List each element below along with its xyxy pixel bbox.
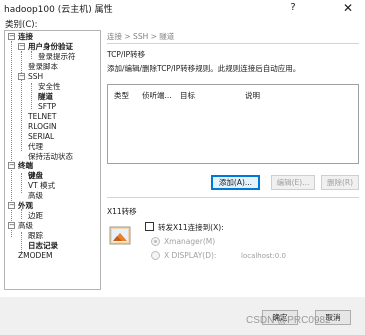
watermark: CSDN @PRC0982 (246, 315, 331, 326)
forward-x11-checkbox[interactable] (145, 222, 154, 231)
x11-section-title: X11转移 (107, 207, 137, 216)
category-tree[interactable]: − − − − − − 连接 用户身份验证 登录提示符 登录脚本 SSH 安全性… (4, 30, 101, 290)
xdisplay-input[interactable]: localhost:0.0 (239, 251, 314, 262)
xdisplay-radio[interactable] (151, 251, 160, 260)
tree-guide-line (21, 173, 22, 193)
tree-item-security[interactable]: 安全性 (38, 82, 61, 92)
tree-item-login-prompt[interactable]: 登录提示符 (38, 52, 76, 62)
tree-item-advanced-terminal[interactable]: 高级 (28, 191, 43, 201)
collapse-toggle-icon[interactable]: − (8, 222, 15, 229)
column-header-target[interactable]: 目标 (180, 90, 195, 101)
tree-item-appearance[interactable]: 外观 (18, 201, 33, 211)
collapse-toggle-icon[interactable]: − (8, 162, 15, 169)
tree-item-connection[interactable]: 连接 (18, 32, 33, 42)
tree-item-serial[interactable]: SERIAL (28, 132, 54, 142)
tree-item-margin[interactable]: 边距 (28, 211, 43, 221)
xmanager-radio[interactable] (151, 237, 160, 246)
tree-item-zmodem[interactable]: ZMODEM (18, 251, 53, 261)
collapse-toggle-icon[interactable]: − (8, 33, 15, 40)
divider (107, 197, 359, 198)
delete-button[interactable]: 删除(R) (321, 175, 359, 190)
edit-button[interactable]: 编辑(E)... (271, 175, 315, 190)
tree-guide-line (31, 83, 32, 109)
tree-item-vt-mode[interactable]: VT 模式 (28, 181, 55, 191)
tree-item-logging[interactable]: 日志记录 (28, 241, 58, 251)
tree-item-terminal[interactable]: 终端 (18, 161, 33, 171)
tree-item-ssh[interactable]: SSH (28, 72, 43, 82)
window-title: hadoop100 (云主机) 属性 (4, 5, 113, 15)
tree-guide-line (21, 51, 22, 151)
title-bar: hadoop100 (云主机) 属性 ? ✕ (0, 0, 365, 16)
tree-item-login-script[interactable]: 登录脚本 (28, 62, 58, 72)
add-button[interactable]: 添加(A)... (211, 175, 260, 190)
tree-item-telnet[interactable]: TELNET (28, 112, 56, 122)
tree-item-user-auth[interactable]: 用户身份验证 (28, 42, 73, 52)
tree-item-sftp[interactable]: SFTP (38, 102, 56, 112)
x11-display-icon (109, 226, 131, 245)
tcpip-description: 添加/编辑/删除TCP/IP转移规则。此规则连接后自动应用。 (107, 64, 301, 73)
xdisplay-label[interactable]: X DISPLAY(D): (164, 251, 216, 260)
close-button[interactable]: ✕ (341, 1, 355, 15)
tree-item-keyboard[interactable]: 键盘 (28, 171, 43, 181)
tree-item-keepalive[interactable]: 保持活动状态 (28, 152, 73, 162)
xmanager-label[interactable]: Xmanager(M) (164, 237, 215, 246)
tree-item-proxy[interactable]: 代理 (28, 142, 43, 152)
tree-guide-line (21, 232, 22, 252)
tree-item-rlogin[interactable]: RLOGIN (28, 122, 57, 132)
tree-item-trace[interactable]: 跟踪 (28, 231, 43, 241)
column-header-type[interactable]: 类型 (114, 90, 129, 101)
tree-guide-line (31, 51, 32, 59)
collapse-toggle-icon[interactable]: − (18, 43, 25, 50)
forwarding-rules-list[interactable]: 类型 侦听端... 目标 说明 (107, 84, 359, 164)
help-button[interactable]: ? (287, 2, 299, 13)
tree-item-advanced[interactable]: 高级 (18, 221, 33, 231)
breadcrumb: 连接 > SSH > 隧道 (107, 32, 175, 41)
column-header-listen-port[interactable]: 侦听端... (142, 90, 172, 101)
forward-x11-label[interactable]: 转发X11连接到(X): (158, 222, 224, 233)
category-label: 类别(C): (5, 20, 38, 30)
column-header-description[interactable]: 说明 (245, 90, 260, 101)
divider (107, 43, 359, 44)
collapse-toggle-icon[interactable]: − (18, 73, 25, 80)
collapse-toggle-icon[interactable]: − (8, 202, 15, 209)
tree-item-tunnel[interactable]: 隧道 (38, 92, 53, 102)
tcpip-section-title: TCP/IP转移 (107, 50, 146, 59)
